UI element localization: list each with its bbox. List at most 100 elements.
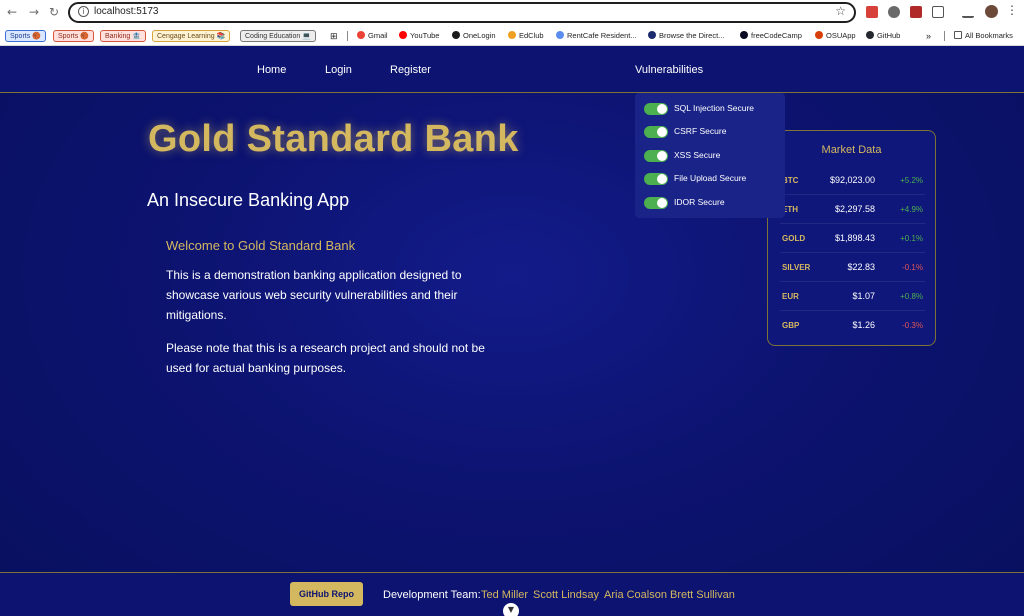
bookmark-separator: [944, 31, 945, 41]
page-subtitle: An Insecure Banking App: [147, 190, 350, 210]
team-member-link[interactable]: Scott Lindsay: [533, 589, 599, 601]
toggle-label: File Upload Secure: [674, 173, 747, 183]
market-data-title: Market Data: [821, 144, 882, 156]
bookmark-edclub[interactable]: EdClub: [508, 29, 544, 43]
site-info-icon[interactable]: i: [78, 6, 89, 17]
toggle-switch[interactable]: [644, 173, 668, 185]
market-row: EUR $1.07 +0.8%: [780, 283, 925, 311]
toggle-knob: [657, 127, 667, 137]
toggle-knob: [657, 151, 667, 161]
bookmark-separator: [347, 31, 348, 41]
bookmark-label: EdClub: [519, 31, 544, 40]
bookmark-youtube[interactable]: YouTube: [399, 29, 439, 43]
bookmark-folder[interactable]: Banking 🏦: [100, 30, 146, 42]
market-price: $1.26: [852, 320, 875, 330]
toggle-label: SQL Injection Secure: [674, 103, 755, 113]
nav-login[interactable]: Login: [325, 64, 352, 76]
bookmark-label: OSUApp: [826, 31, 856, 40]
bookmarks-bar: Sports 🏀 Sports 🏀 Banking 🏦 Cengage Lear…: [0, 26, 1024, 46]
youtube-icon: [399, 31, 407, 39]
nav-vulnerabilities[interactable]: Vulnerabilities: [635, 64, 703, 76]
gmail-icon: [357, 31, 365, 39]
forward-icon[interactable]: →: [26, 4, 42, 20]
bookmark-folder[interactable]: Coding Education 💻: [240, 30, 316, 42]
bookmark-label: Gmail: [368, 31, 388, 40]
bookmark-rentcafe[interactable]: RentCafe Resident...: [556, 29, 637, 43]
bookmark-star-icon[interactable]: ☆: [835, 4, 846, 18]
address-bar[interactable]: i localhost:5173 ☆: [68, 2, 856, 23]
toggle-switch[interactable]: [644, 197, 668, 209]
market-row: BTC $92,023.00 +5.2%: [780, 167, 925, 195]
freecodecamp-icon: [740, 31, 748, 39]
scroll-down-icon[interactable]: ▼: [503, 603, 519, 616]
bookmark-osuapp[interactable]: OSUApp: [815, 29, 856, 43]
toggle-knob: [657, 198, 667, 208]
market-row: GBP $1.26 -0.3%: [780, 312, 925, 340]
bookmark-onelogin[interactable]: OneLogin: [452, 29, 496, 43]
osuapp-icon: [815, 31, 823, 39]
bookmark-label: Browse the Direct...: [659, 31, 725, 40]
market-symbol: EUR: [782, 292, 799, 301]
top-navbar: Home Login Register Vulnerabilities: [0, 46, 1024, 93]
toggle-label: XSS Secure: [674, 150, 721, 160]
market-row: ETH $2,297.58 +4.9%: [780, 196, 925, 224]
rentcafe-icon: [556, 31, 564, 39]
extension-icon[interactable]: [910, 6, 922, 18]
market-change: +0.8%: [900, 292, 923, 301]
directory-icon: [648, 31, 656, 39]
market-price: $1.07: [852, 291, 875, 301]
chevron-double-right-icon[interactable]: »: [926, 29, 931, 43]
all-bookmarks-label: All Bookmarks: [965, 31, 1013, 40]
extensions-puzzle-icon[interactable]: [932, 6, 944, 18]
market-change: +5.2%: [900, 176, 923, 185]
toggle-switch[interactable]: [644, 150, 668, 162]
all-bookmarks[interactable]: All Bookmarks: [954, 29, 1013, 43]
market-change: +4.9%: [900, 205, 923, 214]
toggle-knob: [657, 104, 667, 114]
bookmark-directory[interactable]: Browse the Direct...: [648, 29, 724, 43]
extension-icon[interactable]: [866, 6, 878, 18]
nav-home[interactable]: Home: [257, 64, 286, 76]
download-icon[interactable]: [962, 6, 974, 18]
footer: GitHub Repo Development Team: Ted Miller…: [0, 572, 1024, 616]
toggle-label: CSRF Secure: [674, 126, 727, 136]
folder-icon: [954, 31, 962, 39]
team-member-link[interactable]: Aria Coalson: [604, 589, 667, 601]
bookmark-folder[interactable]: Cengage Learning 📚: [152, 30, 231, 42]
toggle-switch[interactable]: [644, 103, 668, 115]
back-icon[interactable]: ←: [4, 4, 20, 20]
market-price: $92,023.00: [829, 175, 875, 185]
github-repo-button[interactable]: GitHub Repo: [290, 582, 363, 606]
market-symbol: GOLD: [782, 234, 806, 243]
menu-kebab-icon[interactable]: ⋮: [1006, 3, 1018, 17]
welcome-heading: Welcome to Gold Standard Bank: [166, 238, 356, 253]
toggle-switch[interactable]: [644, 126, 668, 138]
team-member-link[interactable]: Ted Miller: [481, 589, 528, 601]
toggle-knob: [657, 174, 667, 184]
nav-register[interactable]: Register: [390, 64, 431, 76]
bookmark-label: OneLogin: [463, 31, 496, 40]
team-label: Development Team:: [383, 589, 481, 601]
market-change: -0.1%: [902, 263, 923, 272]
bookmark-label: GitHub: [877, 31, 901, 40]
market-symbol: GBP: [782, 321, 800, 330]
bookmark-freecodecamp[interactable]: freeCodeCamp: [740, 29, 802, 43]
bookmark-folder[interactable]: Sports 🏀: [53, 30, 94, 42]
team-member-link[interactable]: Brett Sullivan: [670, 589, 735, 601]
market-price: $1,898.43: [834, 233, 875, 243]
url-text[interactable]: localhost:5173: [94, 6, 159, 17]
market-data-panel: Market Data BTC $92,023.00 +5.2% ETH $2,…: [767, 130, 936, 346]
bookmark-gmail[interactable]: Gmail: [357, 29, 388, 43]
bookmark-folder[interactable]: Sports 🏀: [5, 30, 46, 42]
market-price: $2,297.58: [834, 204, 875, 214]
extension-icon[interactable]: [888, 6, 900, 18]
apps-grid-icon[interactable]: ⊞: [330, 29, 338, 43]
onelogin-icon: [452, 31, 460, 39]
github-icon: [866, 31, 874, 39]
bookmark-label: YouTube: [410, 31, 440, 40]
bookmark-github[interactable]: GitHub: [866, 29, 900, 43]
bookmark-label: RentCafe Resident...: [567, 31, 637, 40]
disclaimer-paragraph: Please note that this is a research proj…: [166, 341, 485, 375]
reload-icon[interactable]: ↻: [46, 4, 62, 20]
profile-avatar[interactable]: [985, 5, 998, 18]
